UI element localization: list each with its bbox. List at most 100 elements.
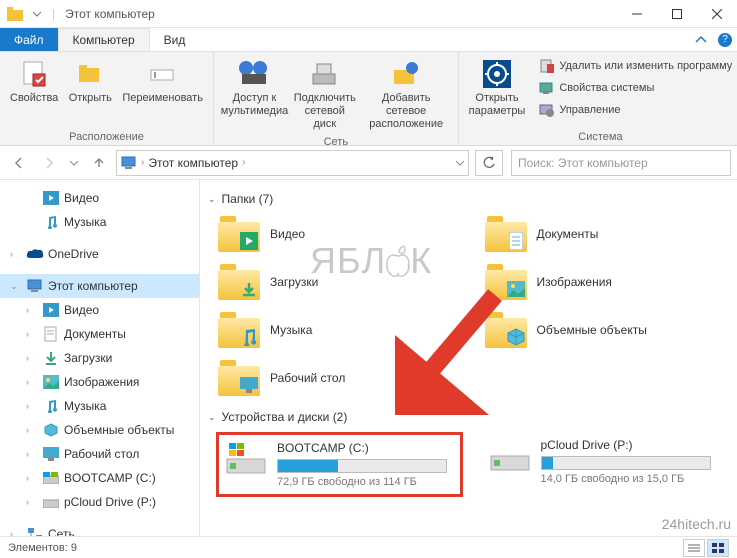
chevron-down-icon: ⌄ [208,412,216,423]
ribbon-tabs: Файл Компьютер Вид ? [0,28,737,52]
ribbon: Свойства Открыть Переименовать Расположе… [0,52,737,146]
qat-dropdown-icon[interactable] [28,5,46,23]
back-button[interactable] [6,150,32,176]
drive-usage-bar [541,456,711,470]
tab-view[interactable]: Вид [150,28,200,51]
sidebar: Видео Музыка ›OneDrive ⌄Этот компьютер ›… [0,180,200,536]
sidebar-item-music[interactable]: Музыка [0,210,199,234]
up-button[interactable] [86,150,112,176]
history-dropdown[interactable] [66,150,82,176]
desktop-icon [42,445,60,463]
folder-label: Документы [537,227,599,241]
folder-label: Рабочий стол [270,371,345,385]
manage-icon [539,102,555,118]
open-button[interactable]: Открыть [64,56,116,107]
sidebar-item-video[interactable]: Видео [0,186,199,210]
map-drive-label: Подключить сетевой диск [294,92,356,132]
drives-section-header[interactable]: ⌄ Устройства и диски (2) [208,410,729,424]
breadcrumb-sep[interactable]: › [242,157,245,168]
network-icon [26,525,44,536]
add-network-label: Добавить сетевое расположение [365,92,448,132]
folder-item[interactable]: Загрузки [216,262,463,302]
titlebar: | Этот компьютер [0,0,737,28]
forward-button[interactable] [36,150,62,176]
sidebar-item-pc-desktop[interactable]: ›Рабочий стол [0,442,199,466]
collapse-ribbon-button[interactable] [689,28,713,51]
sidebar-item-pc-video[interactable]: ›Видео [0,298,199,322]
refresh-button[interactable] [475,150,503,176]
open-settings-button[interactable]: Открыть параметры [465,56,530,120]
properties-button[interactable]: Свойства [6,56,62,107]
ribbon-group-system: Открыть параметры Удалить или изменить п… [459,52,737,145]
drive-icon [225,441,267,477]
uninstall-label: Удалить или изменить программу [559,60,732,72]
add-network-button[interactable]: Добавить сетевое расположение [361,56,452,134]
source-watermark: 24hitech.ru [662,516,731,532]
sidebar-item-pc-documents[interactable]: ›Документы [0,322,199,346]
properties-label: Свойства [10,92,58,105]
tab-computer[interactable]: Компьютер [58,28,150,51]
system-properties-button[interactable]: Свойства системы [535,78,736,98]
pc-icon [26,277,44,295]
manage-label: Управление [559,104,620,116]
uninstall-button[interactable]: Удалить или изменить программу [535,56,736,76]
folder-item[interactable]: Объемные объекты [483,310,730,350]
sidebar-item-pc-downloads[interactable]: ›Загрузки [0,346,199,370]
search-placeholder: Поиск: Этот компьютер [518,156,648,170]
rename-icon [147,58,179,90]
sidebar-item-pc-3d[interactable]: ›Объемные объекты [0,418,199,442]
pictures-icon [42,373,60,391]
sidebar-item-onedrive[interactable]: ›OneDrive [0,242,199,266]
help-button[interactable]: ? [713,28,737,51]
address-bar[interactable]: › Этот компьютер › [116,150,469,176]
tab-file[interactable]: Файл [0,28,58,51]
breadcrumb[interactable]: Этот компьютер [148,156,238,170]
sidebar-item-network[interactable]: ›Сеть [0,522,199,536]
sidebar-item-pc-bootcamp[interactable]: ›BOOTCAMP (C:) [0,466,199,490]
sidebar-item-pc-music[interactable]: ›Музыка [0,394,199,418]
ribbon-group-system-label: Система [465,129,737,143]
rename-label: Переименовать [122,92,203,105]
folder-icon [218,360,260,396]
window-controls [617,0,737,28]
details-view-button[interactable] [683,539,705,557]
folder-item[interactable]: Изображения [483,262,730,302]
folder-item[interactable]: Рабочий стол [216,358,463,398]
help-icon: ? [718,33,732,47]
folder-icon [218,312,260,348]
close-button[interactable] [697,0,737,28]
rename-button[interactable]: Переименовать [118,56,207,107]
sidebar-item-pc-pictures[interactable]: ›Изображения [0,370,199,394]
folder-item[interactable]: Видео [216,214,463,254]
minimize-button[interactable] [617,0,657,28]
address-dropdown-icon[interactable] [456,159,464,167]
drive-item[interactable]: pCloud Drive (P:)14,0 ГБ свободно из 15,… [483,432,730,497]
media-icon [238,58,270,90]
settings-icon [481,58,513,90]
sidebar-item-thispc[interactable]: ⌄Этот компьютер [0,274,199,298]
folders-section-header[interactable]: ⌄ Папки (7) [208,192,729,206]
tiles-view-button[interactable] [707,539,729,557]
map-drive-icon [309,58,341,90]
drives-grid: BOOTCAMP (C:)72,9 ГБ свободно из 114 ГБ p… [216,432,729,497]
map-drive-button[interactable]: Подключить сетевой диск [291,56,359,134]
onedrive-icon [26,245,44,263]
content: ⌄ Папки (7) Видео Документы Загрузки Изобра… [200,180,737,536]
body: Видео Музыка ›OneDrive ⌄Этот компьютер ›… [0,180,737,536]
media-label: Доступ к мультимедиа [221,92,289,118]
search-input[interactable]: Поиск: Этот компьютер [511,150,731,176]
drive-icon [42,493,60,511]
drive-icon [42,469,60,487]
sidebar-item-pc-pcloud[interactable]: ›pCloud Drive (P:) [0,490,199,514]
manage-button[interactable]: Управление [535,100,736,120]
media-access-button[interactable]: Доступ к мультимедиа [220,56,289,120]
drive-item[interactable]: BOOTCAMP (C:)72,9 ГБ свободно из 114 ГБ [216,432,463,497]
breadcrumb-sep: › [141,157,144,168]
folder-label: Видео [270,227,305,241]
drives-header-label: Устройства и диски (2) [222,410,348,424]
video-icon [42,189,60,207]
folder-item[interactable]: Документы [483,214,730,254]
folder-item[interactable]: Музыка [216,310,463,350]
maximize-button[interactable] [657,0,697,28]
pc-icon [121,155,137,171]
